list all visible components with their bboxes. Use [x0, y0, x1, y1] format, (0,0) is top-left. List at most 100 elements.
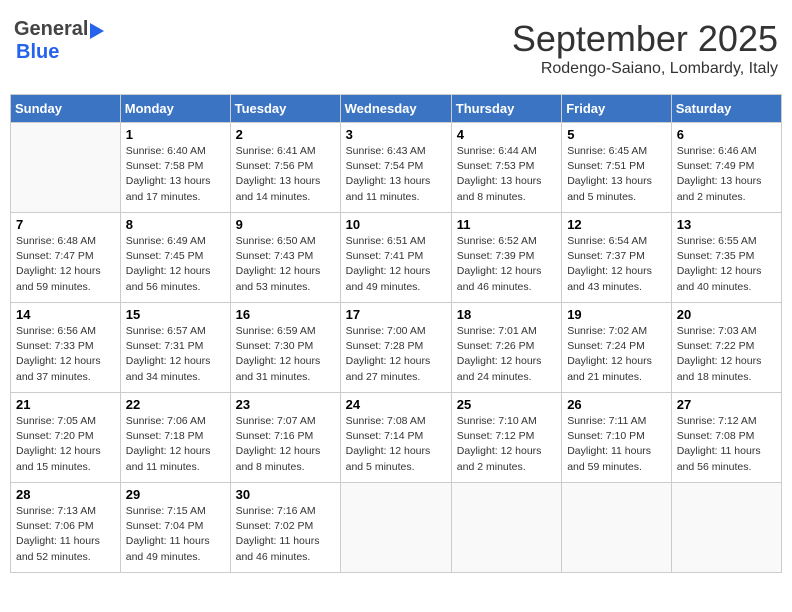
day-info: Sunrise: 6:41 AMSunset: 7:56 PMDaylight:…: [236, 144, 335, 205]
day-info: Sunrise: 7:08 AMSunset: 7:14 PMDaylight:…: [346, 414, 446, 475]
calendar-cell: [340, 483, 451, 573]
day-info: Sunrise: 6:56 AMSunset: 7:33 PMDaylight:…: [16, 324, 115, 385]
day-info: Sunrise: 7:05 AMSunset: 7:20 PMDaylight:…: [16, 414, 115, 475]
day-info: Sunrise: 6:50 AMSunset: 7:43 PMDaylight:…: [236, 234, 335, 295]
day-number: 24: [346, 397, 446, 412]
calendar-cell: 14Sunrise: 6:56 AMSunset: 7:33 PMDayligh…: [11, 303, 121, 393]
day-number: 6: [677, 127, 776, 142]
day-number: 25: [457, 397, 556, 412]
calendar-week-row: 7 Sunrise: 6:48 AMSunset: 7:47 PMDaylight…: [11, 213, 782, 303]
day-info: Sunrise: 7:15 AMSunset: 7:04 PMDaylight:…: [126, 504, 225, 565]
day-number: 13: [677, 217, 776, 232]
day-number: 8: [126, 217, 225, 232]
logo-blue-text: Blue: [16, 41, 104, 64]
day-number: 18: [457, 307, 556, 322]
calendar-week-row: 21 Sunrise: 7:05 AMSunset: 7:20 PMDayligh…: [11, 393, 782, 483]
calendar-cell: [451, 483, 561, 573]
calendar-cell: 17 Sunrise: 7:00 AMSunset: 7:28 PMDayligh…: [340, 303, 451, 393]
day-number: 17: [346, 307, 446, 322]
day-number: 11: [457, 217, 556, 232]
location-title: Rodengo-Saiano, Lombardy, Italy: [512, 60, 778, 78]
day-number: 19: [567, 307, 666, 322]
calendar-cell: 27 Sunrise: 7:12 AMSunset: 7:08 PMDayligh…: [671, 393, 781, 483]
day-info: Sunrise: 6:59 AMSunset: 7:30 PMDaylight:…: [236, 324, 335, 385]
title-section: September 2025 Rodengo-Saiano, Lombardy,…: [512, 18, 778, 78]
calendar-cell: [671, 483, 781, 573]
weekday-header: Wednesday: [340, 95, 451, 123]
calendar-cell: 13 Sunrise: 6:55 AMSunset: 7:35 PMDayligh…: [671, 213, 781, 303]
calendar-cell: [562, 483, 672, 573]
weekday-header: Monday: [120, 95, 230, 123]
day-number: 5: [567, 127, 666, 142]
calendar-week-row: 28 Sunrise: 7:13 AMSunset: 7:06 PMDayligh…: [11, 483, 782, 573]
calendar-cell: 2 Sunrise: 6:41 AMSunset: 7:56 PMDaylight…: [230, 123, 340, 213]
day-info: Sunrise: 6:43 AMSunset: 7:54 PMDaylight:…: [346, 144, 446, 205]
day-info: Sunrise: 7:10 AMSunset: 7:12 PMDaylight:…: [457, 414, 556, 475]
day-number: 23: [236, 397, 335, 412]
calendar-cell: 22 Sunrise: 7:06 AMSunset: 7:18 PMDayligh…: [120, 393, 230, 483]
day-info: Sunrise: 7:16 AMSunset: 7:02 PMDaylight:…: [236, 504, 335, 565]
calendar-cell: 11 Sunrise: 6:52 AMSunset: 7:39 PMDayligh…: [451, 213, 561, 303]
calendar-cell: 23 Sunrise: 7:07 AMSunset: 7:16 PMDayligh…: [230, 393, 340, 483]
day-number: 7: [16, 217, 115, 232]
calendar-cell: 15 Sunrise: 6:57 AMSunset: 7:31 PMDayligh…: [120, 303, 230, 393]
calendar-cell: 10Sunrise: 6:51 AMSunset: 7:41 PMDayligh…: [340, 213, 451, 303]
day-number: 27: [677, 397, 776, 412]
calendar-cell: 8 Sunrise: 6:49 AMSunset: 7:45 PMDaylight…: [120, 213, 230, 303]
calendar-cell: 26 Sunrise: 7:11 AMSunset: 7:10 PMDayligh…: [562, 393, 672, 483]
day-info: Sunrise: 6:57 AMSunset: 7:31 PMDaylight:…: [126, 324, 225, 385]
weekday-header: Sunday: [11, 95, 121, 123]
day-number: 10: [346, 217, 446, 232]
day-info: Sunrise: 6:52 AMSunset: 7:39 PMDaylight:…: [457, 234, 556, 295]
day-number: 22: [126, 397, 225, 412]
calendar-cell: 25 Sunrise: 7:10 AMSunset: 7:12 PMDayligh…: [451, 393, 561, 483]
day-info: Sunrise: 6:55 AMSunset: 7:35 PMDaylight:…: [677, 234, 776, 295]
calendar-cell: 1Sunrise: 6:40 AMSunset: 7:58 PMDaylight…: [120, 123, 230, 213]
calendar-cell: 29Sunrise: 7:15 AMSunset: 7:04 PMDayligh…: [120, 483, 230, 573]
calendar-cell: 20Sunrise: 7:03 AMSunset: 7:22 PMDayligh…: [671, 303, 781, 393]
day-info: Sunrise: 7:13 AMSunset: 7:06 PMDaylight:…: [16, 504, 115, 565]
day-info: Sunrise: 7:07 AMSunset: 7:16 PMDaylight:…: [236, 414, 335, 475]
calendar-cell: 7 Sunrise: 6:48 AMSunset: 7:47 PMDaylight…: [11, 213, 121, 303]
day-number: 16: [236, 307, 335, 322]
calendar-week-row: 14Sunrise: 6:56 AMSunset: 7:33 PMDayligh…: [11, 303, 782, 393]
day-number: 28: [16, 487, 115, 502]
calendar-cell: 12 Sunrise: 6:54 AMSunset: 7:37 PMDayligh…: [562, 213, 672, 303]
month-title: September 2025: [512, 18, 778, 60]
calendar-cell: 28 Sunrise: 7:13 AMSunset: 7:06 PMDayligh…: [11, 483, 121, 573]
day-info: Sunrise: 6:44 AMSunset: 7:53 PMDaylight:…: [457, 144, 556, 205]
day-number: 4: [457, 127, 556, 142]
weekday-header: Thursday: [451, 95, 561, 123]
day-number: 1: [126, 127, 225, 142]
calendar-cell: [11, 123, 121, 213]
day-number: 12: [567, 217, 666, 232]
calendar-cell: 9 Sunrise: 6:50 AMSunset: 7:43 PMDaylight…: [230, 213, 340, 303]
day-info: Sunrise: 6:48 AMSunset: 7:47 PMDaylight:…: [16, 234, 115, 295]
day-info: Sunrise: 7:12 AMSunset: 7:08 PMDaylight:…: [677, 414, 776, 475]
logo: General Blue: [14, 18, 104, 64]
day-info: Sunrise: 7:11 AMSunset: 7:10 PMDaylight:…: [567, 414, 666, 475]
day-number: 2: [236, 127, 335, 142]
day-number: 26: [567, 397, 666, 412]
day-number: 15: [126, 307, 225, 322]
weekday-header: Friday: [562, 95, 672, 123]
calendar-cell: 6 Sunrise: 6:46 AMSunset: 7:49 PMDaylight…: [671, 123, 781, 213]
logo-general-text: General: [14, 18, 88, 41]
day-number: 9: [236, 217, 335, 232]
day-info: Sunrise: 7:06 AMSunset: 7:18 PMDaylight:…: [126, 414, 225, 475]
day-info: Sunrise: 6:46 AMSunset: 7:49 PMDaylight:…: [677, 144, 776, 205]
calendar-week-row: 1Sunrise: 6:40 AMSunset: 7:58 PMDaylight…: [11, 123, 782, 213]
day-info: Sunrise: 7:00 AMSunset: 7:28 PMDaylight:…: [346, 324, 446, 385]
day-info: Sunrise: 6:49 AMSunset: 7:45 PMDaylight:…: [126, 234, 225, 295]
calendar-cell: 5 Sunrise: 6:45 AMSunset: 7:51 PMDaylight…: [562, 123, 672, 213]
day-number: 3: [346, 127, 446, 142]
page-header: General Blue September 2025 Rodengo-Saia…: [10, 10, 782, 86]
day-info: Sunrise: 7:02 AMSunset: 7:24 PMDaylight:…: [567, 324, 666, 385]
day-info: Sunrise: 7:01 AMSunset: 7:26 PMDaylight:…: [457, 324, 556, 385]
calendar-cell: 4 Sunrise: 6:44 AMSunset: 7:53 PMDaylight…: [451, 123, 561, 213]
day-info: Sunrise: 6:45 AMSunset: 7:51 PMDaylight:…: [567, 144, 666, 205]
day-info: Sunrise: 6:54 AMSunset: 7:37 PMDaylight:…: [567, 234, 666, 295]
day-info: Sunrise: 7:03 AMSunset: 7:22 PMDaylight:…: [677, 324, 776, 385]
logo-arrow-icon: [90, 23, 104, 39]
day-number: 21: [16, 397, 115, 412]
